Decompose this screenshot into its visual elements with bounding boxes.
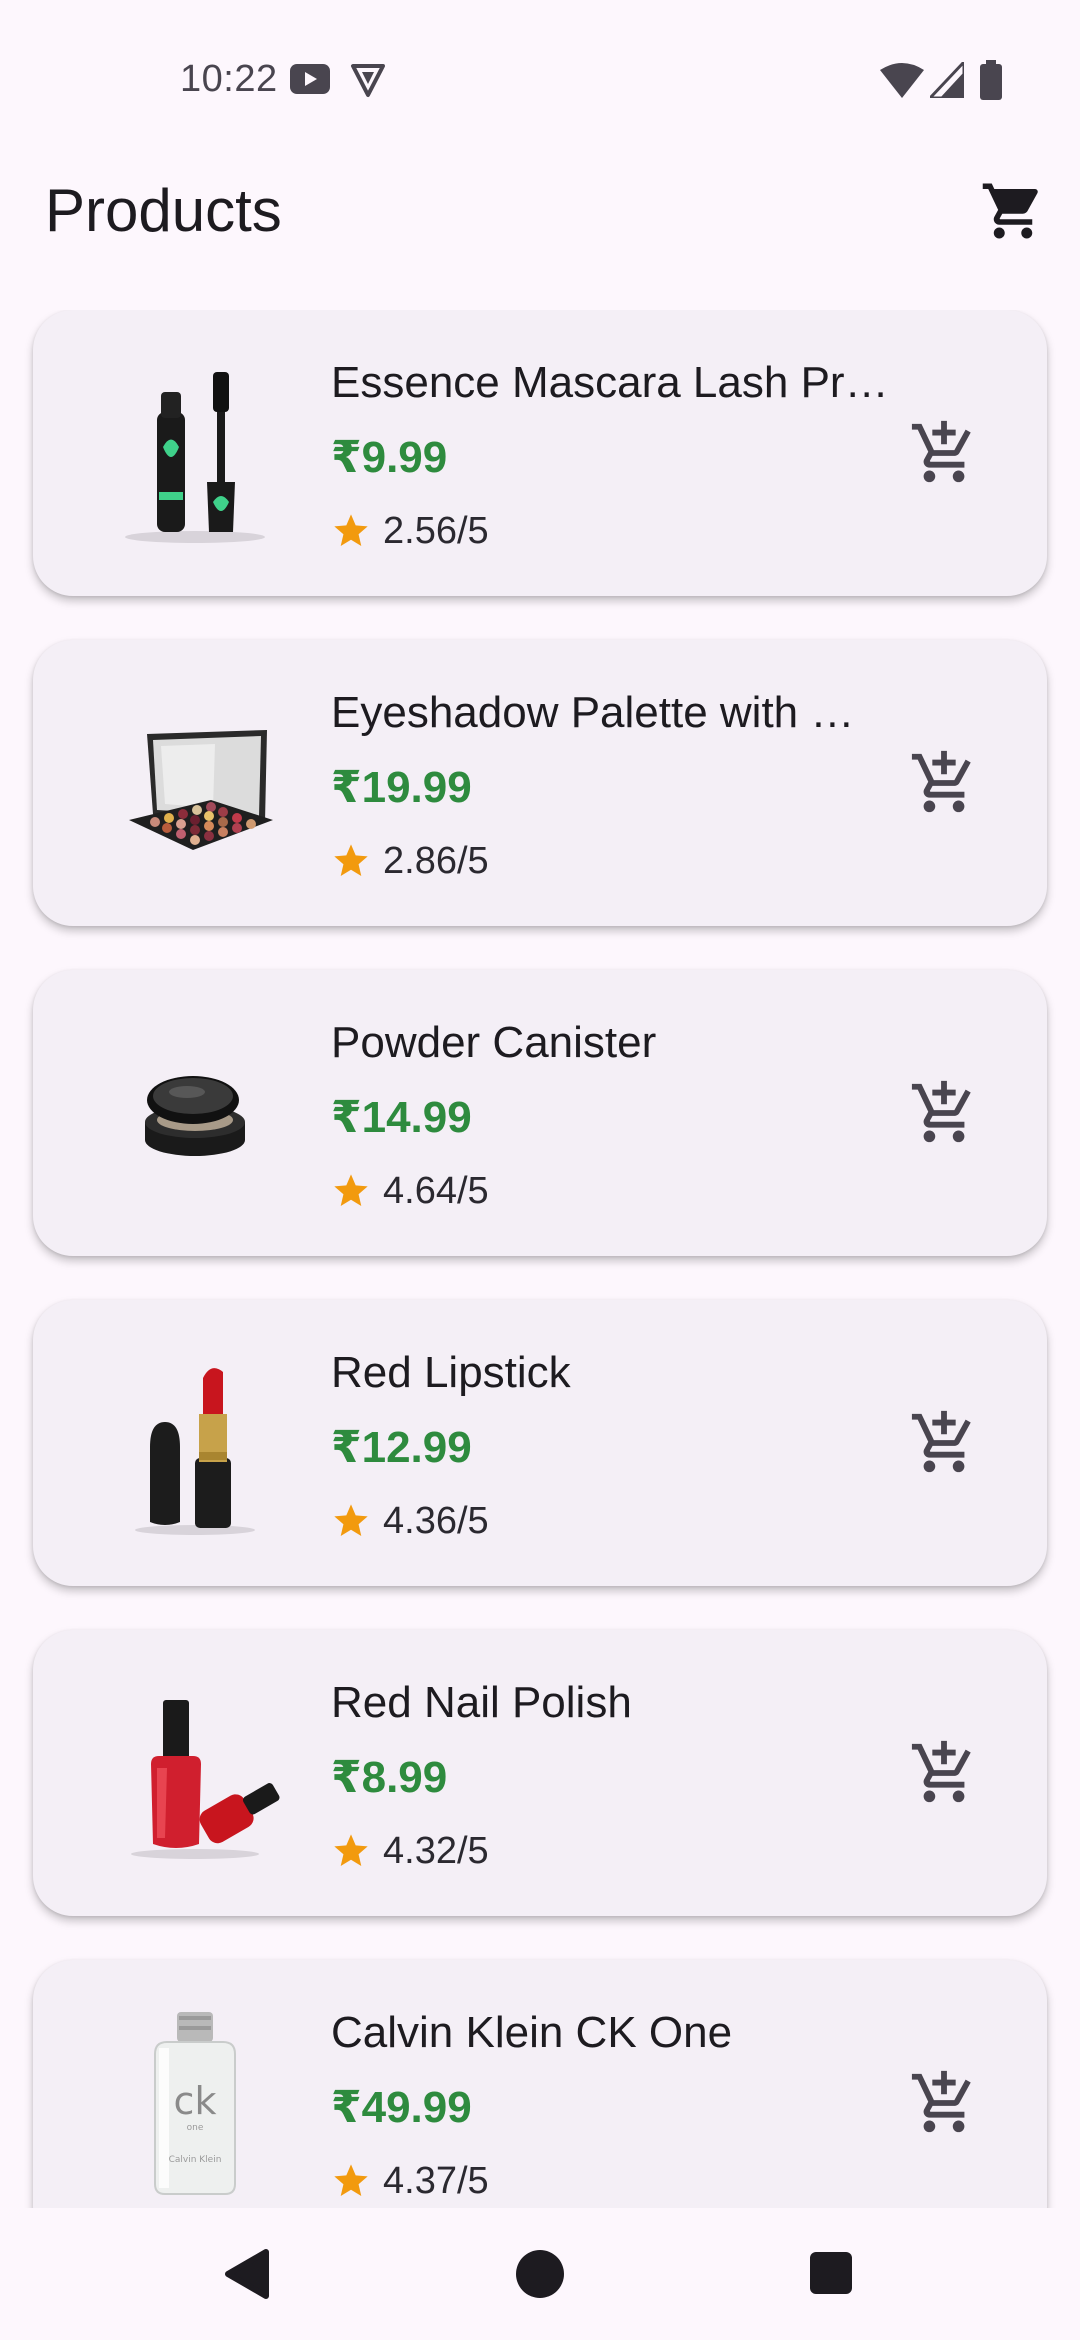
product-name: Essence Mascara Lash Pr… — [331, 358, 889, 407]
rating-value: 4.64/5 — [383, 1169, 489, 1212]
rating-value: 2.86/5 — [383, 839, 489, 882]
product-name: Calvin Klein CK One — [331, 2008, 733, 2057]
product-price: ₹49.99 — [331, 2083, 472, 2132]
back-icon[interactable] — [222, 2248, 270, 2300]
product-rating: 4.37/5 — [331, 2158, 489, 2204]
product-card[interactable]: Red Nail Polish ₹8.99 4.32/5 — [33, 1630, 1047, 1916]
rating-value: 4.36/5 — [383, 1499, 489, 1542]
rating-value: 4.37/5 — [383, 2159, 489, 2202]
product-rating: 2.56/5 — [331, 508, 489, 554]
product-card[interactable]: ck one Calvin Klein Calvin Klein CK One … — [33, 1960, 1047, 2208]
powder-canister-image — [145, 1076, 245, 1156]
star-icon — [334, 1174, 368, 1206]
recents-icon[interactable] — [808, 2250, 854, 2296]
product-price: ₹12.99 — [331, 1423, 472, 1472]
ck-logo-text: ck — [174, 2079, 217, 2123]
cell-signal-icon — [930, 62, 964, 98]
add-to-cart-icon[interactable] — [909, 1078, 979, 1148]
battery-icon — [980, 60, 1002, 100]
ck-sub-text: one — [187, 2123, 204, 2133]
product-rating: 4.64/5 — [331, 1168, 489, 1214]
perfume-bottle-image: ck one Calvin Klein — [154, 2012, 236, 2195]
product-card[interactable]: Powder Canister ₹14.99 4.64/5 — [33, 970, 1047, 1256]
status-time: 10:22 — [180, 58, 278, 100]
product-price: ₹19.99 — [331, 763, 472, 812]
star-icon — [334, 514, 368, 546]
youtube-icon — [290, 64, 330, 94]
star-icon — [334, 1834, 368, 1866]
product-list[interactable]: Essence Mascara Lash Pr… ₹9.99 2.56/5 Ey… — [0, 310, 1080, 2208]
wifi-icon — [880, 63, 924, 98]
shopping-cart-icon[interactable] — [980, 178, 1046, 244]
add-to-cart-icon[interactable] — [909, 2068, 979, 2138]
product-rating: 4.32/5 — [331, 1828, 489, 1874]
product-card[interactable]: Essence Mascara Lash Pr… ₹9.99 2.56/5 — [33, 310, 1047, 596]
add-to-cart-icon[interactable] — [909, 748, 979, 818]
add-to-cart-icon[interactable] — [909, 1738, 979, 1808]
app-bar: Products — [0, 150, 1080, 270]
navigation-bar — [0, 2208, 1080, 2340]
add-to-cart-icon[interactable] — [909, 1408, 979, 1478]
product-name: Powder Canister — [331, 1018, 657, 1067]
vpn-shield-icon — [351, 64, 385, 97]
eyeshadow-palette-image — [129, 730, 273, 850]
ck-brand-text: Calvin Klein — [169, 2155, 222, 2165]
product-card[interactable]: Red Lipstick ₹12.99 4.36/5 — [33, 1300, 1047, 1586]
rating-value: 4.32/5 — [383, 1829, 489, 1872]
nail-polish-image — [131, 1700, 280, 1859]
star-icon — [334, 1504, 368, 1536]
star-icon — [334, 2164, 368, 2196]
status-bar: 10:22 — [0, 0, 1080, 130]
star-icon — [334, 844, 368, 876]
home-icon[interactable] — [514, 2248, 566, 2300]
rating-value: 2.56/5 — [383, 509, 489, 552]
product-price: ₹14.99 — [331, 1093, 472, 1142]
product-name: Eyeshadow Palette with … — [331, 688, 855, 737]
product-price: ₹9.99 — [331, 433, 448, 482]
product-rating: 4.36/5 — [331, 1498, 489, 1544]
mascara-image — [125, 372, 265, 543]
add-to-cart-icon[interactable] — [909, 418, 979, 488]
product-card[interactable]: Eyeshadow Palette with … ₹19.99 2.86/5 — [33, 640, 1047, 926]
product-rating: 2.86/5 — [331, 838, 489, 884]
page-title: Products — [45, 177, 282, 244]
product-name: Red Nail Polish — [331, 1678, 632, 1727]
product-name: Red Lipstick — [331, 1348, 571, 1397]
product-price: ₹8.99 — [331, 1753, 448, 1802]
lipstick-image — [135, 1368, 255, 1535]
